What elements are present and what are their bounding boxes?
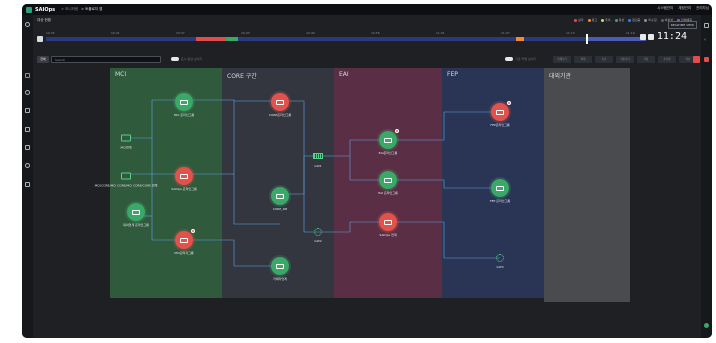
alert-badge [507, 101, 511, 105]
link [184, 239, 280, 267]
node-gw2[interactable]: GW2 [314, 228, 322, 243]
server-icon-glyph [384, 177, 392, 183]
monitor-icon [121, 134, 131, 142]
node-label: GW3 [496, 265, 504, 269]
node-core-db[interactable]: CORE_DB [271, 187, 289, 211]
server-icon-glyph [496, 109, 504, 115]
server-icon [491, 101, 511, 121]
node-fep-online[interactable]: FEP온라인그룹 [490, 101, 511, 127]
server-icon [127, 203, 145, 221]
node-label: SAIOps 연계 [379, 233, 397, 237]
node-mci-admin[interactable]: MCI관리자그룹 [174, 229, 195, 255]
node-label: CORE_DB [272, 207, 288, 211]
server-icon-glyph [180, 237, 188, 243]
node-label: SAIOps 온라인그룹 [171, 187, 197, 191]
node-camera-link[interactable]: 카메라연계 [271, 257, 289, 281]
node-mci-core-link[interactable]: MCI/CORE/MCI CORE/MCI CORE/CORE 연계 [95, 172, 157, 188]
node-core-online[interactable]: CORE온라인그룹 [269, 93, 291, 117]
server-icon-glyph [180, 99, 188, 105]
alert-badge [395, 129, 399, 133]
server-icon-glyph [276, 193, 284, 199]
node-label: MCI관리자그룹 [174, 251, 194, 255]
server-icon [379, 129, 399, 149]
server-icon-glyph [276, 99, 284, 105]
gear-icon [314, 228, 322, 236]
server-icon [271, 93, 289, 111]
connection-lines [130, 99, 500, 267]
server-icon-glyph [384, 137, 392, 143]
server-icon [175, 93, 193, 111]
node-label: FEP온라인그룹 [490, 123, 510, 127]
server-icon [175, 229, 195, 249]
server-icon-glyph [276, 263, 284, 269]
node-label: EAI온라인그룹 [378, 151, 398, 155]
node-eai-online-2[interactable]: EAI 온라인그룹 [378, 171, 398, 195]
node-label: MCI연계 [120, 145, 132, 150]
node-mci-online[interactable]: MCI 온라인그룹 [174, 93, 194, 117]
link [388, 179, 500, 189]
link [388, 111, 500, 141]
server-icon [379, 213, 397, 231]
alert-badge [191, 229, 195, 233]
switch-icon [313, 153, 323, 159]
node-label: EAI 온라인그룹 [378, 191, 398, 195]
server-icon [271, 257, 289, 275]
node-gw1[interactable]: GW1 [313, 153, 323, 168]
link [388, 221, 500, 259]
server-icon [271, 187, 289, 205]
server-icon [491, 179, 509, 197]
node-label: MCI/CORE/MCI CORE/MCI CORE/CORE 연계 [94, 183, 158, 188]
node-mci-link[interactable]: MCI연계 [120, 134, 132, 150]
node-saiops-online[interactable]: SAIOps 온라인그룹 [171, 167, 197, 191]
node-saiops-link[interactable]: SAIOps 연계 [379, 213, 397, 237]
server-icon [379, 171, 397, 189]
node-label: MCI 온라인그룹 [173, 113, 195, 117]
node-label: 대외연계 온라인그룹 [123, 223, 149, 227]
link [184, 99, 280, 225]
gear-icon [496, 254, 504, 262]
server-icon-glyph [496, 185, 504, 191]
monitor-icon [121, 172, 131, 180]
server-icon-glyph [132, 209, 140, 215]
app-window: SAIOps > 모니터링 > 토폴로지 맵 시스템관리 계정관리 관리자님 ‹… [22, 4, 712, 338]
node-gw3[interactable]: GW3 [496, 254, 504, 269]
node-eai-online[interactable]: EAI온라인그룹 [379, 129, 399, 155]
server-icon-glyph [384, 219, 392, 225]
node-label: GW2 [314, 239, 322, 243]
node-label: CORE온라인그룹 [268, 113, 292, 117]
node-label: 카메라연계 [273, 277, 287, 281]
server-icon-glyph [180, 173, 188, 179]
node-label: GW1 [314, 164, 322, 168]
server-icon [175, 167, 193, 185]
node-label: FEP 온라인그룹 [489, 199, 511, 203]
node-fep-online-2[interactable]: FEP 온라인그룹 [490, 179, 510, 203]
node-external-online[interactable]: 대외연계 온라인그룹 [123, 203, 149, 227]
